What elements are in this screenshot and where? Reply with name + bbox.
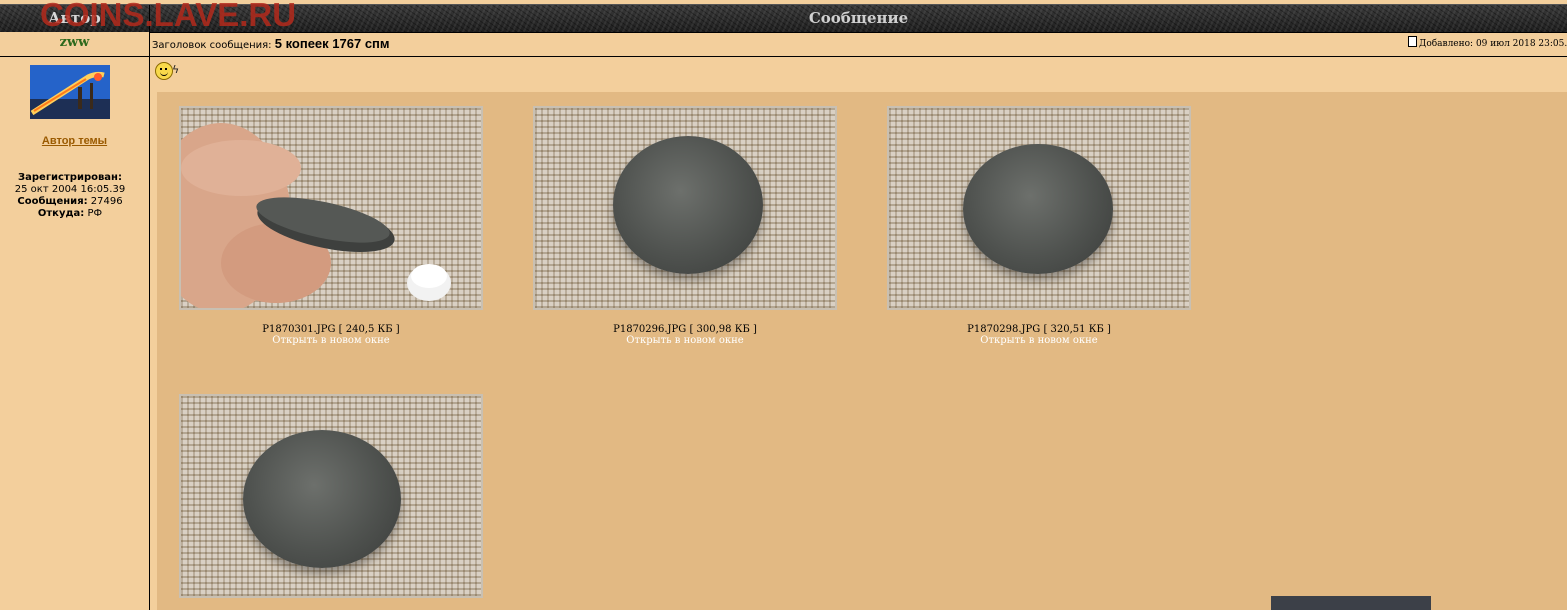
open-in-new-window-link[interactable]: Открыть в новом окне: [533, 335, 837, 346]
from-label: Откуда:: [37, 208, 85, 219]
messages-value: 27496: [90, 196, 123, 207]
open-in-new-window-link[interactable]: Открыть в новом окне: [179, 335, 483, 346]
coin-image: [243, 430, 401, 568]
user-info: Зарегистрирован: 25 окт 2004 16:05.39 Со…: [0, 172, 140, 220]
attachments-gallery: P1870301.JPG [ 240,5 КБ ] Открыть в ново…: [157, 92, 1567, 610]
attachment-tile: [179, 394, 483, 598]
message-column-header: Сообщение: [808, 9, 909, 27]
taskbar-fragment: [1271, 596, 1431, 610]
attachment-tile: P1870298.JPG [ 320,51 КБ ] Открыть в нов…: [887, 106, 1191, 346]
open-in-new-window-link[interactable]: Открыть в новом окне: [887, 335, 1191, 346]
attachment-thumbnail[interactable]: [179, 394, 483, 598]
attachment-thumbnail[interactable]: [533, 106, 837, 310]
topic-starter-label[interactable]: Автор темы: [0, 135, 149, 147]
attachment-tile: P1870296.JPG [ 300,98 КБ ] Открыть в нов…: [533, 106, 837, 346]
attachment-filename: P1870301.JPG [ 240,5 КБ ]: [262, 324, 400, 335]
column-divider: [149, 32, 150, 610]
post-link-icon[interactable]: [1408, 36, 1417, 47]
post-date: Добавлено: 09 июл 2018 23:05.29: [1408, 36, 1567, 49]
coin-image: [613, 136, 763, 274]
avatar: [30, 65, 110, 119]
from-value: РФ: [87, 208, 103, 219]
attachment-thumbnail[interactable]: [179, 106, 483, 310]
subject-label: Заголовок сообщения:: [152, 40, 272, 51]
row-divider: [0, 56, 1567, 57]
registered-label: Зарегистрирован:: [18, 172, 122, 183]
subject-title: 5 копеек 1767 спм: [274, 36, 390, 51]
bolt-icon: ϟ: [172, 63, 180, 76]
smiley-icon: [155, 62, 173, 80]
post-subject: Заголовок сообщения: 5 копеек 1767 спм: [152, 36, 390, 51]
messages-label: Сообщения:: [17, 196, 88, 207]
site-watermark: COINS.LAVE.RU: [40, 0, 297, 33]
attachment-thumbnail[interactable]: [887, 106, 1191, 310]
attachment-filename: P1870298.JPG [ 320,51 КБ ]: [967, 324, 1111, 335]
username[interactable]: zww: [0, 35, 149, 50]
attachment-tile: P1870301.JPG [ 240,5 КБ ] Открыть в ново…: [179, 106, 483, 346]
coin-image: [963, 144, 1113, 274]
attachment-filename: P1870296.JPG [ 300,98 КБ ]: [613, 324, 757, 335]
post-date-text: Добавлено: 09 июл 2018 23:05.29: [1419, 39, 1567, 49]
registered-value: 25 окт 2004 16:05.39: [14, 184, 126, 195]
